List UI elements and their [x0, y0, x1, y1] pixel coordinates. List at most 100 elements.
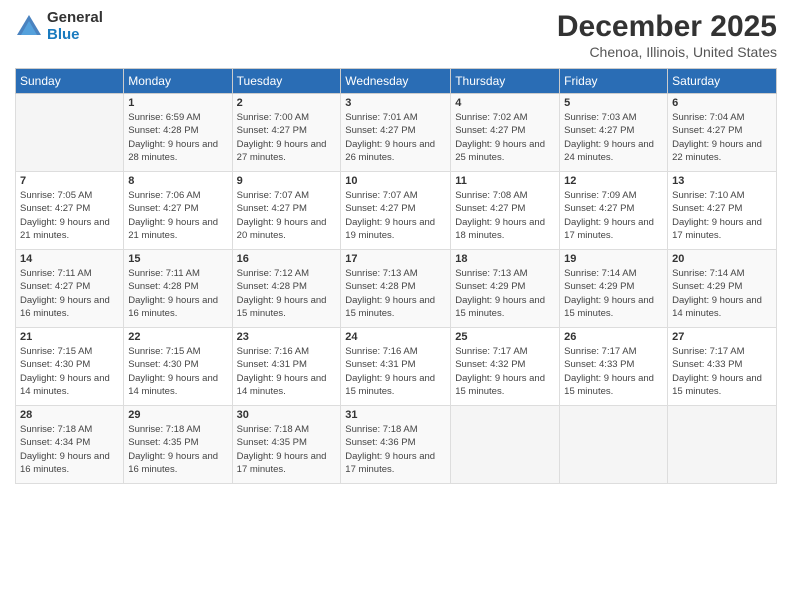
logo-text: General Blue: [47, 10, 103, 43]
month-title: December 2025: [557, 10, 777, 44]
calendar-cell-w5-d6: [560, 406, 668, 484]
calendar-cell-w2-d6: 12 Sunrise: 7:09 AMSunset: 4:27 PMDayligh…: [560, 172, 668, 250]
day-detail: Sunrise: 7:11 AMSunset: 4:27 PMDaylight:…: [20, 268, 110, 319]
day-detail: Sunrise: 7:18 AMSunset: 4:36 PMDaylight:…: [345, 424, 435, 475]
day-detail: Sunrise: 7:11 AMSunset: 4:28 PMDaylight:…: [128, 268, 218, 319]
day-detail: Sunrise: 7:03 AMSunset: 4:27 PMDaylight:…: [564, 112, 654, 163]
col-monday: Monday: [124, 69, 232, 94]
week-row-4: 21Sunrise: 7:15 AMSunset: 4:30 PMDayligh…: [16, 328, 777, 406]
day-detail: Sunrise: 7:16 AMSunset: 4:31 PMDaylight:…: [237, 346, 327, 397]
logo-blue-text: Blue: [47, 27, 103, 44]
calendar-cell-w3-d1: 14 Sunrise: 7:11 AMSunset: 4:27 PMDayligh…: [16, 250, 124, 328]
day-number: 12: [564, 175, 663, 187]
week-row-3: 14 Sunrise: 7:11 AMSunset: 4:27 PMDayligh…: [16, 250, 777, 328]
location: Chenoa, Illinois, United States: [557, 44, 777, 60]
day-number: 7: [20, 175, 119, 187]
calendar-cell-w1-d4: 3 Sunrise: 7:01 AMSunset: 4:27 PMDaylight…: [341, 94, 451, 172]
calendar-cell-w1-d3: 2 Sunrise: 7:00 AMSunset: 4:27 PMDaylight…: [232, 94, 341, 172]
calendar-cell-w3-d3: 16Sunrise: 7:12 AMSunset: 4:28 PMDayligh…: [232, 250, 341, 328]
calendar-cell-w2-d2: 8Sunrise: 7:06 AMSunset: 4:27 PMDaylight…: [124, 172, 232, 250]
week-row-1: 1 Sunrise: 6:59 AMSunset: 4:28 PMDaylight…: [16, 94, 777, 172]
calendar-cell-w2-d7: 13 Sunrise: 7:10 AMSunset: 4:27 PMDayligh…: [668, 172, 777, 250]
header: General Blue December 2025 Chenoa, Illin…: [15, 10, 777, 60]
calendar-cell-w5-d4: 31 Sunrise: 7:18 AMSunset: 4:36 PMDayligh…: [341, 406, 451, 484]
day-number: 2: [237, 97, 337, 109]
day-number: 11: [455, 175, 555, 187]
day-detail: Sunrise: 7:00 AMSunset: 4:27 PMDaylight:…: [237, 112, 327, 163]
day-detail: Sunrise: 7:04 AMSunset: 4:27 PMDaylight:…: [672, 112, 762, 163]
calendar-cell-w4-d4: 24 Sunrise: 7:16 AMSunset: 4:31 PMDayligh…: [341, 328, 451, 406]
col-tuesday: Tuesday: [232, 69, 341, 94]
calendar-cell-w2-d1: 7 Sunrise: 7:05 AMSunset: 4:27 PMDaylight…: [16, 172, 124, 250]
day-number: 31: [345, 409, 446, 421]
day-detail: Sunrise: 7:09 AMSunset: 4:27 PMDaylight:…: [564, 190, 654, 241]
calendar-header-row: Sunday Monday Tuesday Wednesday Thursday…: [16, 69, 777, 94]
col-wednesday: Wednesday: [341, 69, 451, 94]
day-number: 29: [128, 409, 227, 421]
calendar-cell-w1-d7: 6 Sunrise: 7:04 AMSunset: 4:27 PMDaylight…: [668, 94, 777, 172]
day-detail: Sunrise: 7:18 AMSunset: 4:35 PMDaylight:…: [128, 424, 218, 475]
day-detail: Sunrise: 7:13 AMSunset: 4:29 PMDaylight:…: [455, 268, 545, 319]
day-number: 1: [128, 97, 227, 109]
day-detail: Sunrise: 7:01 AMSunset: 4:27 PMDaylight:…: [345, 112, 435, 163]
day-number: 22: [128, 331, 227, 343]
logo-general-text: General: [47, 10, 103, 27]
day-number: 5: [564, 97, 663, 109]
day-number: 13: [672, 175, 772, 187]
calendar-cell-w4-d6: 26 Sunrise: 7:17 AMSunset: 4:33 PMDayligh…: [560, 328, 668, 406]
calendar-cell-w4-d3: 23 Sunrise: 7:16 AMSunset: 4:31 PMDayligh…: [232, 328, 341, 406]
day-detail: Sunrise: 7:13 AMSunset: 4:28 PMDaylight:…: [345, 268, 435, 319]
col-sunday: Sunday: [16, 69, 124, 94]
day-number: 6: [672, 97, 772, 109]
calendar-cell-w3-d7: 20Sunrise: 7:14 AMSunset: 4:29 PMDayligh…: [668, 250, 777, 328]
calendar-cell-w5-d2: 29 Sunrise: 7:18 AMSunset: 4:35 PMDayligh…: [124, 406, 232, 484]
calendar-cell-w5-d7: [668, 406, 777, 484]
day-detail: Sunrise: 7:14 AMSunset: 4:29 PMDaylight:…: [564, 268, 654, 319]
logo: General Blue: [15, 10, 103, 43]
day-number: 17: [345, 253, 446, 265]
day-detail: Sunrise: 7:07 AMSunset: 4:27 PMDaylight:…: [345, 190, 435, 241]
calendar: Sunday Monday Tuesday Wednesday Thursday…: [15, 68, 777, 484]
day-number: 19: [564, 253, 663, 265]
day-number: 25: [455, 331, 555, 343]
calendar-cell-w1-d2: 1 Sunrise: 6:59 AMSunset: 4:28 PMDaylight…: [124, 94, 232, 172]
calendar-cell-w1-d1: [16, 94, 124, 172]
day-detail: Sunrise: 7:17 AMSunset: 4:33 PMDaylight:…: [672, 346, 762, 397]
calendar-cell-w4-d1: 21Sunrise: 7:15 AMSunset: 4:30 PMDayligh…: [16, 328, 124, 406]
day-number: 18: [455, 253, 555, 265]
calendar-cell-w4-d5: 25Sunrise: 7:17 AMSunset: 4:32 PMDayligh…: [451, 328, 560, 406]
day-number: 4: [455, 97, 555, 109]
day-number: 24: [345, 331, 446, 343]
day-number: 3: [345, 97, 446, 109]
calendar-cell-w1-d5: 4 Sunrise: 7:02 AMSunset: 4:27 PMDaylight…: [451, 94, 560, 172]
day-detail: Sunrise: 7:12 AMSunset: 4:28 PMDaylight:…: [237, 268, 327, 319]
calendar-cell-w1-d6: 5 Sunrise: 7:03 AMSunset: 4:27 PMDaylight…: [560, 94, 668, 172]
calendar-cell-w2-d4: 10 Sunrise: 7:07 AMSunset: 4:27 PMDayligh…: [341, 172, 451, 250]
day-detail: Sunrise: 7:10 AMSunset: 4:27 PMDaylight:…: [672, 190, 762, 241]
day-detail: Sunrise: 7:07 AMSunset: 4:27 PMDaylight:…: [237, 190, 327, 241]
day-detail: Sunrise: 6:59 AMSunset: 4:28 PMDaylight:…: [128, 112, 218, 163]
day-detail: Sunrise: 7:18 AMSunset: 4:34 PMDaylight:…: [20, 424, 110, 475]
day-detail: Sunrise: 7:17 AMSunset: 4:33 PMDaylight:…: [564, 346, 654, 397]
day-number: 28: [20, 409, 119, 421]
calendar-cell-w3-d5: 18 Sunrise: 7:13 AMSunset: 4:29 PMDayligh…: [451, 250, 560, 328]
calendar-cell-w2-d5: 11Sunrise: 7:08 AMSunset: 4:27 PMDayligh…: [451, 172, 560, 250]
day-number: 23: [237, 331, 337, 343]
calendar-cell-w5-d3: 30Sunrise: 7:18 AMSunset: 4:35 PMDayligh…: [232, 406, 341, 484]
page: General Blue December 2025 Chenoa, Illin…: [0, 0, 792, 612]
calendar-cell-w2-d3: 9Sunrise: 7:07 AMSunset: 4:27 PMDaylight…: [232, 172, 341, 250]
day-detail: Sunrise: 7:16 AMSunset: 4:31 PMDaylight:…: [345, 346, 435, 397]
day-detail: Sunrise: 7:15 AMSunset: 4:30 PMDaylight:…: [20, 346, 110, 397]
day-detail: Sunrise: 7:02 AMSunset: 4:27 PMDaylight:…: [455, 112, 545, 163]
week-row-5: 28 Sunrise: 7:18 AMSunset: 4:34 PMDayligh…: [16, 406, 777, 484]
col-thursday: Thursday: [451, 69, 560, 94]
day-detail: Sunrise: 7:05 AMSunset: 4:27 PMDaylight:…: [20, 190, 110, 241]
day-number: 10: [345, 175, 446, 187]
day-detail: Sunrise: 7:06 AMSunset: 4:27 PMDaylight:…: [128, 190, 218, 241]
calendar-cell-w3-d2: 15Sunrise: 7:11 AMSunset: 4:28 PMDayligh…: [124, 250, 232, 328]
calendar-cell-w4-d2: 22Sunrise: 7:15 AMSunset: 4:30 PMDayligh…: [124, 328, 232, 406]
day-number: 26: [564, 331, 663, 343]
day-number: 14: [20, 253, 119, 265]
calendar-cell-w5-d1: 28 Sunrise: 7:18 AMSunset: 4:34 PMDayligh…: [16, 406, 124, 484]
week-row-2: 7 Sunrise: 7:05 AMSunset: 4:27 PMDaylight…: [16, 172, 777, 250]
